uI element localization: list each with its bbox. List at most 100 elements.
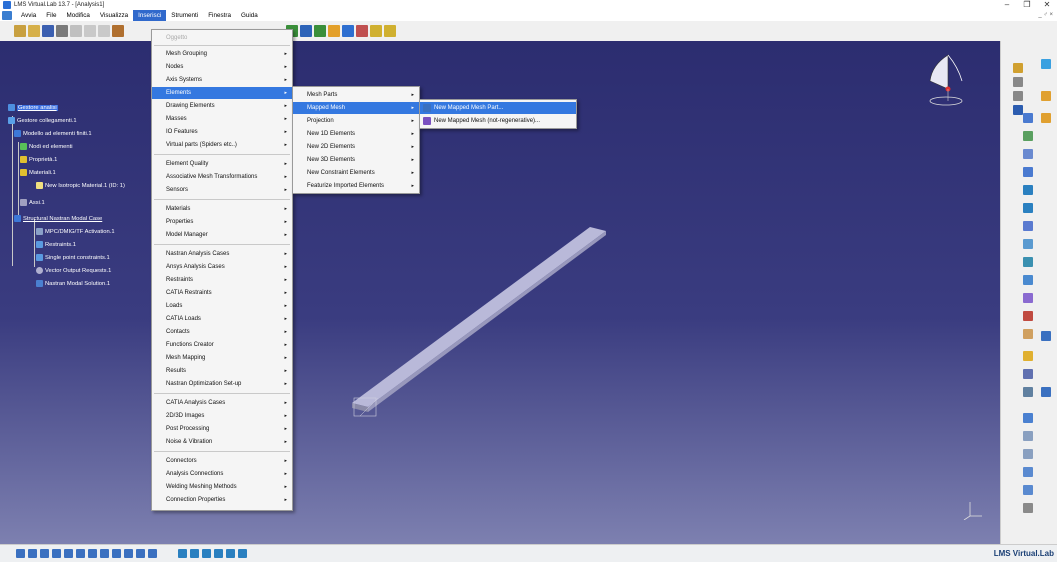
menu-item-mesh-mapping[interactable]: Mesh Mapping ▸ <box>152 352 292 364</box>
zoom-out-icon[interactable] <box>64 549 73 558</box>
tree-root[interactable]: Gestore analisi <box>8 103 58 112</box>
menu-item-functions-creator[interactable]: Functions Creator ▸ <box>152 339 292 351</box>
menu-item-new-3d-elements[interactable]: New 3D Elements ▸ <box>293 154 419 166</box>
right-tool-30-icon[interactable] <box>1041 331 1051 341</box>
right-tool-16-icon[interactable] <box>1023 311 1033 321</box>
right-tool-19-icon[interactable] <box>1023 369 1033 379</box>
menu-guida[interactable]: Guida <box>236 10 263 21</box>
menu-item-drawing-elements[interactable]: Drawing Elements ▸ <box>152 100 292 112</box>
mdi-controls[interactable]: _ ♂ × <box>1038 10 1053 21</box>
right-tool-12-icon[interactable] <box>1023 239 1033 249</box>
menu-item-catia-analysis-cases[interactable]: CATIA Analysis Cases ▸ <box>152 397 292 409</box>
menu-inserisci[interactable]: Inserisci <box>133 10 167 21</box>
close-button[interactable]: ✕ <box>1037 0 1057 10</box>
open-icon[interactable] <box>28 25 40 37</box>
toolbar-tool-2-icon[interactable] <box>300 25 312 37</box>
menu-item-results[interactable]: Results ▸ <box>152 365 292 377</box>
menu-item-virtual-parts[interactable]: Virtual parts (Spiders etc..) ▸ <box>152 139 292 151</box>
rotate-icon[interactable] <box>40 549 49 558</box>
toolbar-tool-6-icon[interactable] <box>356 25 368 37</box>
tree-node[interactable]: MPC/DMIG/TF Activation.1 <box>36 227 115 236</box>
tree-node[interactable]: Structural Nastran Modal Case <box>14 214 102 223</box>
menu-finestra[interactable]: Finestra <box>203 10 236 21</box>
toolbar-tool-7-icon[interactable] <box>370 25 382 37</box>
tree-node[interactable]: Assi.1 <box>20 198 45 207</box>
menu-item-noise-vibration[interactable]: Noise & Vibration ▸ <box>152 436 292 448</box>
menu-item-properties[interactable]: Properties ▸ <box>152 216 292 228</box>
normal-view-icon[interactable] <box>76 549 85 558</box>
right-tool-7-icon[interactable] <box>1023 149 1033 159</box>
right-tool-13-icon[interactable] <box>1023 257 1033 267</box>
menu-item-materials[interactable]: Materials ▸ <box>152 203 292 215</box>
mesh-visualization-icon[interactable] <box>136 549 145 558</box>
right-tool-17-icon[interactable] <box>1023 329 1033 339</box>
analysis-tool-3-icon[interactable] <box>202 549 211 558</box>
views-icon[interactable] <box>88 549 97 558</box>
menu-file[interactable]: File <box>41 10 61 21</box>
right-tool-10-icon[interactable] <box>1023 203 1033 213</box>
menu-item-analysis-connections[interactable]: Analysis Connections ▸ <box>152 468 292 480</box>
paste-icon[interactable] <box>98 25 110 37</box>
menu-item-new-1d-elements[interactable]: New 1D Elements ▸ <box>293 128 419 140</box>
menu-item-post-processing[interactable]: Post Processing ▸ <box>152 423 292 435</box>
right-tool-8-icon[interactable] <box>1023 167 1033 177</box>
tree-node[interactable]: Restraints.1 <box>36 240 76 249</box>
save-icon[interactable] <box>42 25 54 37</box>
menu-item-restraints[interactable]: Restraints ▸ <box>152 274 292 286</box>
print-icon[interactable] <box>56 25 68 37</box>
right-tool-26-icon[interactable] <box>1023 503 1033 513</box>
restore-button[interactable]: ❐ <box>1017 0 1037 10</box>
analysis-tool-2-icon[interactable] <box>190 549 199 558</box>
zoom-in-icon[interactable] <box>52 549 61 558</box>
menu-item-contacts[interactable]: Contacts ▸ <box>152 326 292 338</box>
tree-node[interactable]: Nastran Modal Solution.1 <box>36 279 110 288</box>
right-tool-27-icon[interactable] <box>1041 59 1051 69</box>
menu-item-masses[interactable]: Masses ▸ <box>152 113 292 125</box>
menu-item-nastran-optimization[interactable]: Nastran Optimization Set-up ▸ <box>152 378 292 390</box>
right-tool-9-icon[interactable] <box>1023 185 1033 195</box>
compass-icon[interactable] <box>918 51 973 111</box>
toolbar-tool-3-icon[interactable] <box>314 25 326 37</box>
menu-item-axis-systems[interactable]: Axis Systems ▸ <box>152 74 292 86</box>
menu-modifica[interactable]: Modifica <box>61 10 94 21</box>
menu-item-mesh-grouping[interactable]: Mesh Grouping ▸ <box>152 48 292 60</box>
right-tool-21-icon[interactable] <box>1023 413 1033 423</box>
toolbar-tool-4-icon[interactable] <box>328 25 340 37</box>
menu-item-new-mapped-mesh-part[interactable]: New Mapped Mesh Part... <box>420 102 576 114</box>
tree-node[interactable]: Vector Output Requests.1 <box>36 266 111 275</box>
menu-item-connection-properties[interactable]: Connection Properties ▸ <box>152 494 292 506</box>
right-tool-2-icon[interactable] <box>1013 77 1023 87</box>
menu-item-oggetto[interactable]: Oggetto <box>152 32 292 44</box>
right-tool-24-icon[interactable] <box>1023 467 1033 477</box>
right-tool-6-icon[interactable] <box>1023 131 1033 141</box>
right-tool-29-icon[interactable] <box>1041 113 1051 123</box>
menu-item-ansys-analysis-cases[interactable]: Ansys Analysis Cases ▸ <box>152 261 292 273</box>
menu-visualizza[interactable]: Visualizza <box>95 10 133 21</box>
tree-node[interactable]: Gestore collegamenti.1 <box>8 116 77 125</box>
menu-item-loads[interactable]: Loads ▸ <box>152 300 292 312</box>
menu-avvia[interactable]: Avvia <box>16 10 41 21</box>
analysis-tool-6-icon[interactable] <box>238 549 247 558</box>
menu-item-nodes[interactable]: Nodes ▸ <box>152 61 292 73</box>
tree-node[interactable]: Nodi ed elementi <box>20 142 73 151</box>
menu-item-element-quality[interactable]: Element Quality ▸ <box>152 158 292 170</box>
menu-item-2d3d-images[interactable]: 2D/3D Images ▸ <box>152 410 292 422</box>
menu-item-io-features[interactable]: IO Features ▸ <box>152 126 292 138</box>
menu-item-nastran-analysis-cases[interactable]: Nastran Analysis Cases ▸ <box>152 248 292 260</box>
right-tool-1-icon[interactable] <box>1013 63 1023 73</box>
hide-show-icon[interactable] <box>112 549 121 558</box>
right-tool-28-icon[interactable] <box>1041 91 1051 101</box>
menu-strumenti[interactable]: Strumenti <box>166 10 203 21</box>
right-tool-3-icon[interactable] <box>1013 91 1023 101</box>
right-tool-5-icon[interactable] <box>1023 113 1033 123</box>
right-tool-15-icon[interactable] <box>1023 293 1033 303</box>
tree-node[interactable]: Modello ad elementi finiti.1 <box>14 129 92 138</box>
new-icon[interactable] <box>14 25 26 37</box>
menu-item-catia-restraints[interactable]: CATIA Restraints ▸ <box>152 287 292 299</box>
tree-node[interactable]: Single point constraints.1 <box>36 253 110 262</box>
mesh-quality-icon[interactable] <box>148 549 157 558</box>
analysis-tool-4-icon[interactable] <box>214 549 223 558</box>
render-style-icon[interactable] <box>100 549 109 558</box>
copy-icon[interactable] <box>84 25 96 37</box>
right-tool-31-icon[interactable] <box>1041 387 1051 397</box>
